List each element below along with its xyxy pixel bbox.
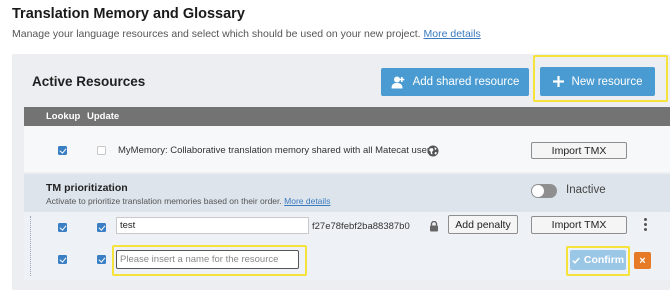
- plus-icon: [552, 76, 564, 87]
- test-lookup-checkbox[interactable]: [58, 223, 67, 232]
- add-shared-resource-label: Add shared resource: [412, 76, 520, 88]
- mymemory-import-tmx-button[interactable]: Import TMX: [531, 142, 627, 159]
- column-header-lookup: Lookup: [46, 111, 81, 122]
- tm-prioritization-toggle[interactable]: [531, 184, 557, 198]
- active-resources-title: Active Resources: [32, 74, 146, 89]
- page-title: Translation Memory and Glossary: [12, 6, 245, 22]
- resource-rows: f27e78febf2ba88387b0 Add penalty Import …: [24, 212, 670, 280]
- new-resource-label: New resource: [571, 75, 643, 88]
- test-resource-key: f27e78febf2ba88387b0: [312, 221, 410, 232]
- new-update-checkbox[interactable]: [97, 255, 106, 264]
- more-details-link[interactable]: More details: [424, 28, 481, 40]
- mymemory-update-checkbox[interactable]: [97, 146, 106, 155]
- confirm-label: Confirm: [583, 254, 625, 266]
- user-plus-icon: [391, 76, 405, 89]
- table-row-mymemory: MyMemory: Collaborative translation memo…: [24, 126, 670, 172]
- tm-prioritization-description-text: Activate to prioritize translation memor…: [46, 196, 282, 206]
- mymemory-resource-name: MyMemory: Collaborative translation memo…: [118, 145, 431, 156]
- drag-indicator: [30, 216, 31, 276]
- tm-prioritization-title: TM prioritization: [46, 182, 128, 194]
- tm-prioritization-status: Inactive: [566, 184, 606, 196]
- add-shared-resource-button[interactable]: Add shared resource: [381, 68, 529, 96]
- new-resource-button[interactable]: New resource: [540, 67, 655, 96]
- close-icon: ×: [639, 254, 646, 267]
- add-penalty-button[interactable]: Add penalty: [448, 215, 518, 234]
- tm-prioritization-more-details-link[interactable]: More details: [284, 196, 330, 206]
- confirm-button[interactable]: Confirm: [570, 250, 626, 270]
- page-description: Manage your language resources and selec…: [12, 28, 481, 40]
- test-update-checkbox[interactable]: [97, 223, 106, 232]
- column-header-update: Update: [87, 111, 120, 122]
- mymemory-lookup-checkbox[interactable]: [58, 146, 67, 155]
- page-description-text: Manage your language resources and selec…: [12, 28, 421, 40]
- resources-panel: Active Resources Add shared resource New…: [12, 54, 670, 290]
- toggle-knob: [532, 185, 544, 197]
- check-icon: [572, 257, 580, 264]
- tm-prioritization-description: Activate to prioritize translation memor…: [46, 196, 330, 206]
- tm-prioritization-section: TM prioritization Activate to prioritize…: [24, 174, 670, 212]
- cancel-new-resource-button[interactable]: ×: [634, 252, 651, 269]
- new-lookup-checkbox[interactable]: [58, 255, 67, 264]
- test-import-tmx-button[interactable]: Import TMX: [531, 216, 627, 234]
- test-resource-name-input[interactable]: [116, 217, 309, 234]
- globe-icon: [427, 144, 439, 162]
- lock-icon: [429, 219, 439, 237]
- new-resource-name-input[interactable]: [116, 250, 299, 269]
- table-header: Lookup Update: [24, 107, 670, 126]
- more-options-icon[interactable]: [644, 218, 647, 233]
